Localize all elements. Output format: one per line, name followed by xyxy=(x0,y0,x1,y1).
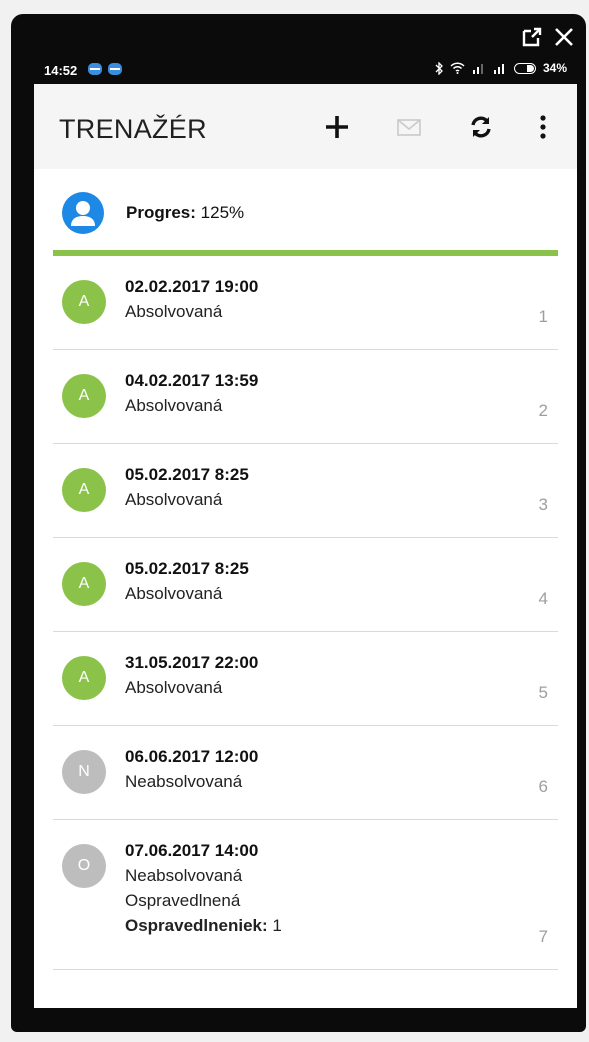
list-item[interactable]: A 31.05.2017 22:00 Absolvovaná 5 xyxy=(53,632,558,726)
item-status: Neabsolvovaná xyxy=(125,772,243,791)
item-status: Absolvovaná xyxy=(125,490,223,509)
mail-icon xyxy=(397,119,421,136)
status-avatar: A xyxy=(62,468,106,512)
item-index: 5 xyxy=(538,683,548,702)
status-avatar: N xyxy=(62,750,106,794)
item-date: 07.06.2017 14:00 xyxy=(125,841,259,860)
avatar-initial: A xyxy=(78,575,90,592)
list-item[interactable]: O 07.06.2017 14:00 Neabsolvovaná Osprave… xyxy=(53,820,558,970)
add-icon xyxy=(326,116,348,138)
notification-icon xyxy=(108,63,122,75)
status-avatar: A xyxy=(62,562,106,606)
item-index: 2 xyxy=(538,401,548,420)
add-button[interactable] xyxy=(322,112,352,142)
more-vert-icon xyxy=(540,115,546,139)
status-avatar: O xyxy=(62,844,106,888)
item-excuse: Ospravedlnená xyxy=(125,891,241,910)
item-status: Neabsolvovaná xyxy=(125,866,243,885)
avatar-initial: A xyxy=(78,293,90,310)
item-status: Absolvovaná xyxy=(125,302,223,321)
user-avatar xyxy=(62,192,104,234)
avatar-initial: O xyxy=(77,857,91,874)
item-index: 1 xyxy=(538,307,548,326)
avatar-initial: A xyxy=(78,669,90,686)
person-icon xyxy=(71,201,95,226)
progress-text: Progres: 125% xyxy=(126,203,244,223)
app-screen: TRENAŽÉR Progres: 125% A 02.02.2017 19:0… xyxy=(34,84,577,1008)
item-index: 6 xyxy=(538,777,548,796)
excuse-count-label: Ospravedlneniek: xyxy=(125,916,268,935)
item-index: 3 xyxy=(538,495,548,514)
progress-summary: Progres: 125% xyxy=(34,169,577,256)
wifi-icon xyxy=(450,62,465,74)
popout-icon[interactable] xyxy=(521,26,543,53)
notification-icon xyxy=(88,63,102,75)
list-item[interactable]: A 04.02.2017 13:59 Absolvovaná 2 xyxy=(53,350,558,444)
page-title: TRENAŽÉR xyxy=(59,114,207,144)
more-options-button[interactable] xyxy=(528,112,558,142)
avatar-initial: A xyxy=(78,481,90,498)
status-avatar: A xyxy=(62,656,106,700)
refresh-button[interactable] xyxy=(466,112,496,142)
item-date: 04.02.2017 13:59 xyxy=(125,371,259,390)
training-list: A 02.02.2017 19:00 Absolvovaná 1 A 04.02… xyxy=(34,256,577,970)
status-bar: 14:52 34% xyxy=(34,56,577,84)
item-excuse-count: Ospravedlneniek: 1 xyxy=(125,916,282,936)
avatar-initial: A xyxy=(78,387,90,404)
app-bar: TRENAŽÉR xyxy=(34,84,577,169)
item-date: 05.02.2017 8:25 xyxy=(125,465,249,484)
item-date: 05.02.2017 8:25 xyxy=(125,559,249,578)
signal-icon xyxy=(493,64,504,74)
bluetooth-icon xyxy=(435,61,443,75)
close-icon[interactable] xyxy=(553,26,575,53)
item-status: Absolvovaná xyxy=(125,584,223,603)
item-status: Absolvovaná xyxy=(125,678,223,697)
item-date: 02.02.2017 19:00 xyxy=(125,277,259,296)
signal-icon xyxy=(472,64,483,74)
status-avatar: A xyxy=(62,280,106,324)
item-date: 06.06.2017 12:00 xyxy=(125,747,259,766)
item-status: Absolvovaná xyxy=(125,396,223,415)
item-index: 4 xyxy=(538,589,548,608)
excuse-count-value: 1 xyxy=(272,916,282,935)
list-item[interactable]: N 06.06.2017 12:00 Neabsolvovaná 6 xyxy=(53,726,558,820)
bottom-bezel xyxy=(34,1008,577,1032)
progress-label: Progres: xyxy=(126,203,196,222)
window-controls xyxy=(521,26,575,53)
status-time: 14:52 xyxy=(44,63,78,78)
list-item[interactable]: A 05.02.2017 8:25 Absolvovaná 3 xyxy=(53,444,558,538)
refresh-icon xyxy=(471,116,491,138)
list-item[interactable]: A 02.02.2017 19:00 Absolvovaná 1 xyxy=(53,256,558,350)
mail-button[interactable] xyxy=(394,112,424,142)
item-date: 31.05.2017 22:00 xyxy=(125,653,259,672)
status-avatar: A xyxy=(62,374,106,418)
progress-value: 125% xyxy=(200,203,245,222)
battery-level: 34% xyxy=(542,61,567,75)
battery-icon xyxy=(513,62,536,74)
item-index: 7 xyxy=(538,927,548,946)
avatar-initial: N xyxy=(78,763,90,780)
list-item[interactable]: A 05.02.2017 8:25 Absolvovaná 4 xyxy=(53,538,558,632)
